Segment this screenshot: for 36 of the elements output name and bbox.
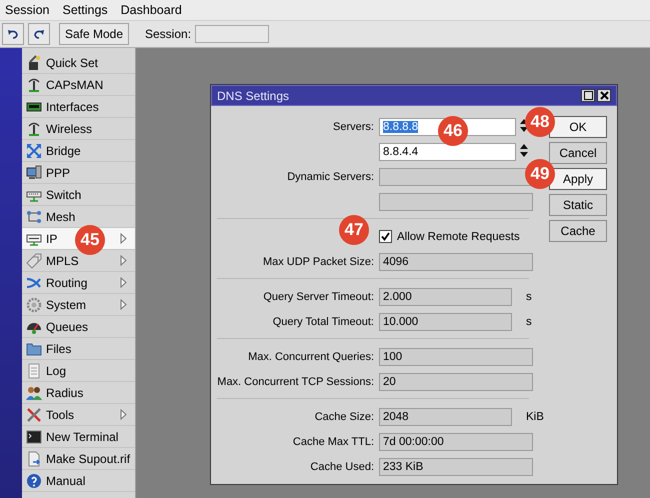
sidebar-label: Manual xyxy=(46,474,86,488)
session-label: Session: xyxy=(145,27,192,41)
sidebar-label: Tools xyxy=(46,408,74,422)
sidebar-label: Quick Set xyxy=(46,56,98,70)
sidebar-label: Switch xyxy=(46,188,82,202)
field-label: Cache Used: xyxy=(309,460,375,472)
sidebar-label: MPLS xyxy=(46,254,79,268)
sidebar-label: Queues xyxy=(46,320,88,334)
sidebar-label: Bridge xyxy=(46,144,81,158)
field-label: Dynamic Servers: xyxy=(286,170,375,182)
sidebar-label: Radius xyxy=(46,386,84,400)
field-label: Servers: xyxy=(332,120,375,132)
sidebar-label: Interfaces xyxy=(46,100,99,114)
sidebar-label: PPP xyxy=(46,166,70,180)
sidebar-label: Routing xyxy=(46,276,88,290)
sidebar-label: Mesh xyxy=(46,210,76,224)
unit-label: s xyxy=(526,316,532,328)
field-label: Max. Concurrent Queries: xyxy=(247,350,375,362)
sidebar-label: New Terminal xyxy=(46,430,118,444)
sidebar-label: Wireless xyxy=(46,122,92,136)
sidebar-label: Files xyxy=(46,342,72,356)
sidebar-label: System xyxy=(46,298,86,312)
checkbox-label: Allow Remote Requests xyxy=(397,230,520,242)
sidebar-label: Log xyxy=(46,364,66,378)
sidebar-label: CAPsMAN xyxy=(46,78,104,92)
field-label: Max UDP Packet Size: xyxy=(262,256,375,268)
window-title: DNS Settings xyxy=(217,88,290,102)
field-label: Cache Size: xyxy=(314,410,375,422)
field-label: Max. Concurrent TCP Sessions: xyxy=(217,376,375,388)
field-label: Cache Max TTL: xyxy=(292,436,375,448)
sidebar-label: IP xyxy=(46,232,58,246)
sidebar-label: Make Supout.rif xyxy=(46,452,130,466)
field-label: Query Server Timeout: xyxy=(262,290,375,302)
field-label: Query Total Timeout: xyxy=(272,316,375,328)
unit-label: KiB xyxy=(526,410,544,422)
unit-label: s xyxy=(526,290,532,302)
